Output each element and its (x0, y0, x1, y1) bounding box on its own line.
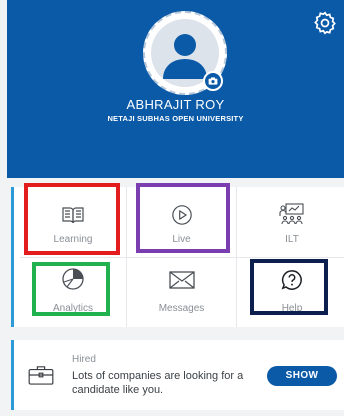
classroom-icon (279, 203, 304, 225)
highlight-analytics (32, 262, 110, 316)
menu-item-messages[interactable]: Messages (127, 258, 236, 327)
menu-item-ilt[interactable]: ILT (237, 187, 344, 257)
menu-item-label: Messages (158, 303, 205, 314)
gear-icon[interactable] (312, 10, 338, 36)
user-name: ABHRAJIT ROY (126, 97, 225, 112)
hired-text: Lots of companies are looking for a cand… (72, 370, 244, 396)
highlight-learning (24, 183, 120, 255)
user-university: NETAJI SUBHAS OPEN UNIVERSITY (107, 114, 244, 123)
envelope-icon (168, 271, 195, 289)
show-button[interactable]: SHOW (267, 366, 337, 386)
hired-card[interactable]: Hired Lots of companies are looking for … (11, 340, 344, 410)
camera-icon[interactable] (203, 71, 223, 91)
highlight-help (250, 259, 328, 315)
briefcase-icon (28, 366, 54, 385)
avatar[interactable] (143, 11, 227, 95)
highlight-live (136, 183, 230, 253)
hired-title: Hired (72, 354, 96, 365)
menu-item-label: ILT (285, 234, 299, 245)
profile-header: ABHRAJIT ROY NETAJI SUBHAS OPEN UNIVERSI… (7, 0, 344, 178)
